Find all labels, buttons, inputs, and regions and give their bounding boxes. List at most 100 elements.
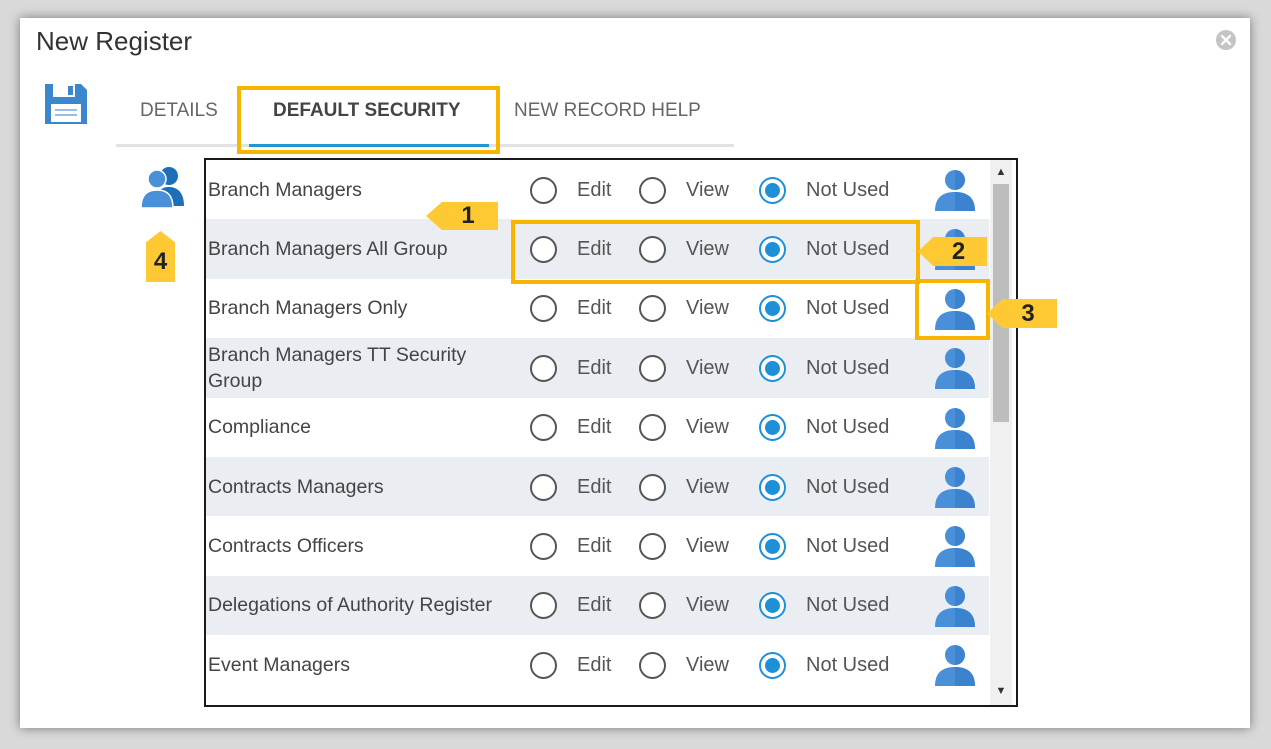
view-label: View <box>686 416 729 439</box>
user-permissions-button[interactable] <box>932 345 978 391</box>
security-group-row: Branch Managers Only Edit View Not Used <box>206 279 989 338</box>
user-permissions-button[interactable] <box>932 523 978 569</box>
user-permissions-button[interactable] <box>932 167 978 213</box>
not-used-radio[interactable] <box>759 651 786 679</box>
option-view[interactable]: View <box>639 590 729 622</box>
option-not-used[interactable]: Not Used <box>759 412 889 444</box>
option-edit[interactable]: Edit <box>530 471 611 503</box>
security-group-row: Branch Managers Edit View Not Used <box>206 160 989 219</box>
view-label: View <box>686 178 729 201</box>
not-used-label: Not Used <box>806 237 890 260</box>
option-not-used[interactable]: Not Used <box>759 352 889 384</box>
view-label: View <box>686 237 729 260</box>
group-name: Compliance <box>208 416 311 439</box>
not-used-radio[interactable] <box>759 235 786 263</box>
group-security-button[interactable] <box>137 164 187 209</box>
option-not-used[interactable]: Not Used <box>759 649 889 681</box>
option-not-used[interactable]: Not Used <box>759 590 889 622</box>
security-group-row: Contracts Officers Edit View Not Used <box>206 516 989 575</box>
option-view[interactable]: View <box>639 233 729 265</box>
option-not-used[interactable]: Not Used <box>759 293 889 325</box>
tab-bar: DETAILS DEFAULT SECURITY NEW RECORD HELP <box>116 78 734 147</box>
option-view[interactable]: View <box>639 352 729 384</box>
option-view[interactable]: View <box>639 293 729 325</box>
view-radio[interactable] <box>639 473 666 501</box>
user-icon <box>935 170 975 211</box>
not-used-radio[interactable] <box>759 473 786 501</box>
view-radio[interactable] <box>639 414 666 442</box>
scrollbar[interactable]: ▲ ▼ <box>990 160 1012 705</box>
edit-radio[interactable] <box>530 651 557 679</box>
security-group-row: Compliance Edit View Not Used <box>206 398 989 457</box>
scroll-up-arrow-icon[interactable]: ▲ <box>990 162 1012 182</box>
user-permissions-button[interactable] <box>932 583 978 629</box>
group-name: Contracts Managers <box>208 475 384 498</box>
not-used-radio[interactable] <box>759 354 786 382</box>
option-not-used[interactable]: Not Used <box>759 471 889 503</box>
option-edit[interactable]: Edit <box>530 590 611 622</box>
not-used-radio[interactable] <box>759 295 786 323</box>
option-view[interactable]: View <box>639 530 729 562</box>
view-radio[interactable] <box>639 176 666 204</box>
edit-radio[interactable] <box>530 414 557 442</box>
edit-radio[interactable] <box>530 235 557 263</box>
option-view[interactable]: View <box>639 174 729 206</box>
view-label: View <box>686 297 729 320</box>
save-button[interactable] <box>43 82 89 126</box>
view-radio[interactable] <box>639 532 666 560</box>
edit-label: Edit <box>577 534 612 557</box>
option-edit[interactable]: Edit <box>530 174 611 206</box>
option-view[interactable]: View <box>639 471 729 503</box>
user-permissions-button[interactable] <box>932 464 978 510</box>
group-name: Branch Managers Only <box>208 297 408 320</box>
edit-radio[interactable] <box>530 176 557 204</box>
tab-new-record-help[interactable]: NEW RECORD HELP <box>514 100 701 122</box>
option-edit[interactable]: Edit <box>530 293 611 325</box>
tab-details[interactable]: DETAILS <box>140 100 218 122</box>
not-used-radio[interactable] <box>759 592 786 620</box>
option-edit[interactable]: Edit <box>530 530 611 562</box>
view-radio[interactable] <box>639 235 666 263</box>
view-radio[interactable] <box>639 592 666 620</box>
option-edit[interactable]: Edit <box>530 352 611 384</box>
option-edit[interactable]: Edit <box>530 412 611 444</box>
edit-radio[interactable] <box>530 354 557 382</box>
not-used-label: Not Used <box>806 594 890 617</box>
option-not-used[interactable]: Not Used <box>759 233 889 265</box>
user-permissions-button[interactable] <box>932 405 978 451</box>
group-name: Contracts Officers <box>208 534 364 557</box>
view-radio[interactable] <box>639 651 666 679</box>
option-edit[interactable]: Edit <box>530 233 611 265</box>
tab-default-security[interactable]: DEFAULT SECURITY <box>273 100 461 122</box>
user-permissions-button[interactable] <box>932 642 978 688</box>
not-used-radio[interactable] <box>759 414 786 442</box>
edit-radio[interactable] <box>530 592 557 620</box>
edit-radio[interactable] <box>530 532 557 560</box>
not-used-radio[interactable] <box>759 532 786 560</box>
user-icon <box>935 288 975 330</box>
edit-label: Edit <box>577 178 612 201</box>
edit-label: Edit <box>577 297 612 320</box>
edit-label: Edit <box>577 653 612 676</box>
edit-radio[interactable] <box>530 295 557 323</box>
option-view[interactable]: View <box>639 649 729 681</box>
scroll-down-arrow-icon[interactable]: ▼ <box>990 681 1012 701</box>
user-permissions-button[interactable] <box>932 286 978 332</box>
edit-radio[interactable] <box>530 473 557 501</box>
edit-label: Edit <box>577 594 612 617</box>
user-icon <box>935 645 975 687</box>
option-not-used[interactable]: Not Used <box>759 530 889 562</box>
view-label: View <box>686 475 729 498</box>
view-radio[interactable] <box>639 354 666 382</box>
not-used-radio[interactable] <box>759 176 786 204</box>
callout-4: 4 <box>146 231 175 282</box>
not-used-label: Not Used <box>806 475 890 498</box>
option-view[interactable]: View <box>639 412 729 444</box>
option-not-used[interactable]: Not Used <box>759 174 889 206</box>
close-button[interactable] <box>1216 30 1236 50</box>
option-edit[interactable]: Edit <box>530 649 611 681</box>
view-radio[interactable] <box>639 295 666 323</box>
edit-label: Edit <box>577 416 612 439</box>
new-register-dialog: New Register DETAILS DEFAULT SECURITY NE… <box>20 18 1250 728</box>
security-group-row: Delegations of Authority Register Edit V… <box>206 575 989 636</box>
